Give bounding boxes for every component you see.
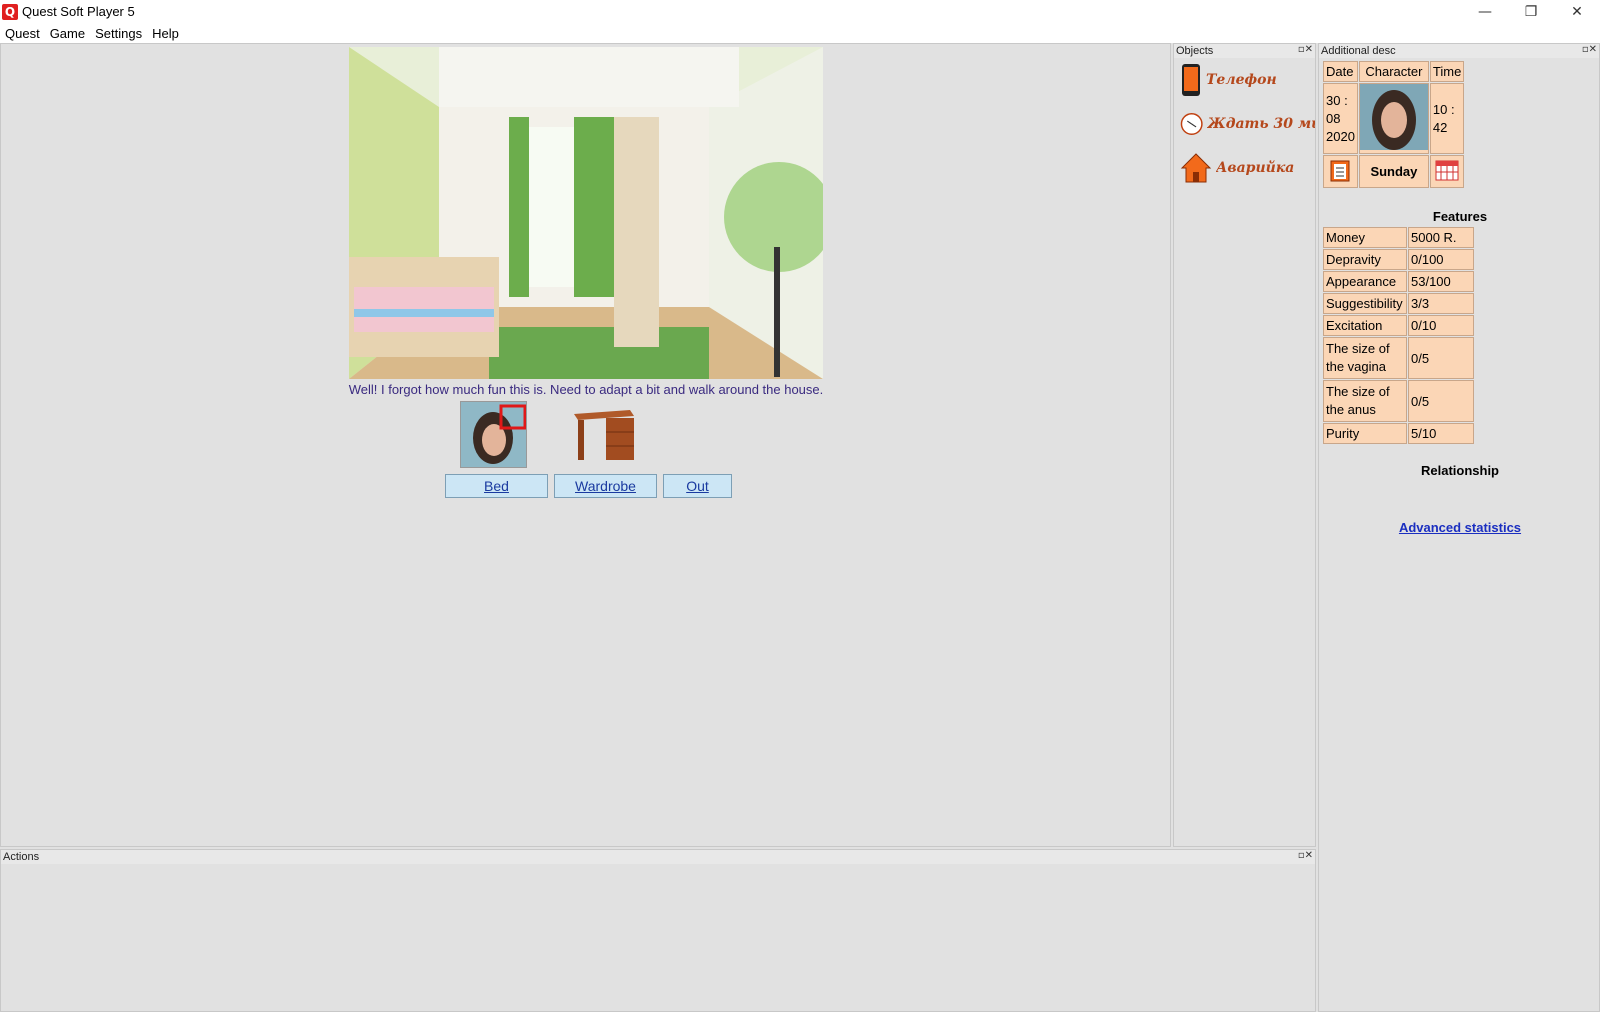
clock-icon [1180, 113, 1203, 135]
time-hour: 10 : [1432, 101, 1455, 117]
main-panel: Well! I forgot how much fun this is. Nee… [0, 43, 1171, 847]
actions-panel-controls[interactable]: ▫✕ [1298, 850, 1313, 861]
feature-value: 5/10 [1408, 423, 1474, 444]
feature-name: Money [1323, 227, 1407, 248]
bed-button[interactable]: Bed [445, 474, 548, 498]
actions-panel-title: Actions [3, 851, 40, 863]
date-month: 08 [1326, 110, 1341, 126]
house-icon [1180, 153, 1212, 183]
time-minute: 42 [1432, 119, 1448, 135]
calendar-button[interactable] [1429, 155, 1465, 188]
feature-name: The size of the vagina [1323, 337, 1407, 379]
objects-panel-header: Objects ▫✕ [1174, 44, 1315, 58]
calendar-icon [1435, 160, 1459, 181]
window-controls: — ❐ ✕ [1462, 0, 1600, 23]
features-table: Money 5000 R. Depravity 0/100 Appearance… [1322, 226, 1475, 445]
window-title: Quest Soft Player 5 [22, 4, 135, 19]
desc-panel-controls[interactable]: ▫✕ [1582, 44, 1597, 55]
object-item-emergency[interactable]: Аварийка [1174, 146, 1315, 190]
restore-button[interactable]: ❐ [1508, 0, 1554, 23]
feature-row: Money 5000 R. [1323, 227, 1474, 248]
time-header: Time [1429, 61, 1465, 82]
feature-row: Suggestibility 3/3 [1323, 293, 1474, 314]
date-year: 2020 [1326, 128, 1355, 144]
date-header: Date [1323, 61, 1358, 82]
feature-value: 0/10 [1408, 315, 1474, 336]
time-cell: 10 : 42 [1429, 83, 1465, 154]
menu-settings[interactable]: Settings [95, 26, 142, 41]
character-portrait[interactable] [1358, 83, 1429, 154]
close-button[interactable]: ✕ [1554, 0, 1600, 23]
feature-value: 0/100 [1408, 249, 1474, 270]
menu-quest[interactable]: Quest [5, 26, 40, 41]
relationship-title: Relationship [1420, 463, 1499, 478]
desk-thumbnail[interactable] [570, 406, 636, 464]
advanced-statistics-link[interactable]: Advanced statistics [1319, 520, 1600, 535]
feature-value: 53/100 [1408, 271, 1474, 292]
objects-panel-title: Objects [1176, 45, 1214, 57]
object-label-phone: Телефон [1206, 72, 1277, 88]
tasks-button[interactable] [1323, 155, 1358, 188]
date-cell: 30 : 08 2020 [1323, 83, 1358, 154]
menu-help[interactable]: Help [152, 26, 179, 41]
character-portrait-thumbnail[interactable] [460, 401, 527, 468]
feature-row: Depravity 0/100 [1323, 249, 1474, 270]
feature-value: 0/5 [1408, 337, 1474, 379]
feature-value: 5000 R. [1408, 227, 1474, 248]
object-item-wait[interactable]: Ждать 30 минут [1174, 102, 1315, 146]
date-day: 30 : [1326, 92, 1348, 108]
object-label-emergency: Аварийка [1216, 160, 1295, 176]
status-table: Date Character Time 30 : 08 2020 10 : 42 [1322, 60, 1466, 189]
menu-game[interactable]: Game [50, 26, 85, 41]
scene-description: Well! I forgot how much fun this is. Nee… [348, 382, 824, 397]
title-bar: Q Quest Soft Player 5 — ❐ ✕ [0, 0, 1600, 23]
desc-panel-header: Additional desc ▫✕ [1319, 44, 1599, 58]
feature-value: 0/5 [1408, 380, 1474, 422]
feature-name: Appearance [1323, 271, 1407, 292]
desc-panel-title: Additional desc [1321, 45, 1396, 57]
features-title: Features [1432, 209, 1488, 224]
feature-name: Purity [1323, 423, 1407, 444]
clipboard-icon [1330, 160, 1350, 182]
character-header: Character [1358, 61, 1429, 82]
menu-bar: Quest Game Settings Help [0, 23, 1600, 43]
additional-desc-panel: Additional desc ▫✕ Date Character Time 3… [1318, 43, 1600, 1012]
objects-panel: Objects ▫✕ Телефон Ждать 30 минут Аварий… [1173, 43, 1316, 847]
actions-panel-header: Actions ▫✕ [1, 850, 1315, 864]
phone-icon [1182, 64, 1200, 96]
feature-name: Depravity [1323, 249, 1407, 270]
feature-row: The size of the anus 0/5 [1323, 380, 1474, 422]
objects-panel-controls[interactable]: ▫✕ [1298, 44, 1313, 55]
feature-name: Suggestibility [1323, 293, 1407, 314]
minimize-button[interactable]: — [1462, 0, 1508, 23]
object-item-phone[interactable]: Телефон [1174, 58, 1315, 102]
feature-value: 3/3 [1408, 293, 1474, 314]
room-scene-image [349, 47, 823, 379]
out-button[interactable]: Out [663, 474, 732, 498]
app-logo-icon: Q [2, 3, 18, 20]
weekday-label: Sunday [1358, 155, 1429, 188]
feature-name: Excitation [1323, 315, 1407, 336]
feature-row: The size of the vagina 0/5 [1323, 337, 1474, 379]
feature-row: Appearance 53/100 [1323, 271, 1474, 292]
feature-row: Excitation 0/10 [1323, 315, 1474, 336]
wardrobe-button[interactable]: Wardrobe [554, 474, 657, 498]
actions-panel: Actions ▫✕ [0, 849, 1316, 1012]
feature-name: The size of the anus [1323, 380, 1407, 422]
feature-row: Purity 5/10 [1323, 423, 1474, 444]
object-label-wait: Ждать 30 минут [1207, 116, 1315, 132]
